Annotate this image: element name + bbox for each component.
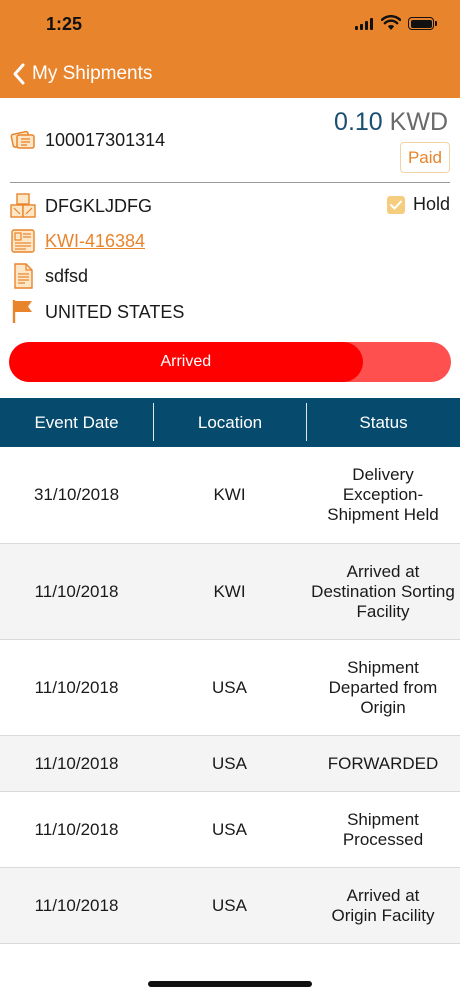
column-header-status: Status (359, 412, 408, 432)
table-row: 31/10/2018 KWI Delivery Exception- Shipm… (0, 447, 460, 544)
table-row: 11/10/2018 USA Shipment Processed (0, 792, 460, 868)
chevron-left-icon (13, 63, 25, 85)
table-row: 11/10/2018 USA FORWARDED (0, 736, 460, 792)
location-cell: USA (212, 819, 247, 839)
amount-value: 0.10 (334, 108, 383, 136)
hold-label: Hold (412, 194, 450, 214)
ticket-icon (10, 130, 35, 149)
status-cell: Shipment Processed (342, 809, 424, 849)
event-date-cell: 11/10/2018 (34, 753, 119, 773)
tracking-table-body: 31/10/2018 KWI Delivery Exception- Shipm… (0, 447, 460, 944)
table-row: 11/10/2018 USA Shipment Departed from Or… (0, 640, 460, 736)
column-header-location: Location (197, 412, 263, 432)
event-date-cell: 31/10/2018 (33, 485, 120, 504)
tracking-table-header: Event Date Location Status (0, 398, 460, 447)
invoice-icon (11, 229, 35, 253)
divider (10, 182, 450, 183)
table-row: 11/10/2018 USA Arrived at Origin Facilit… (0, 868, 460, 944)
wifi-icon (381, 15, 401, 30)
country-text: UNITED STATES (45, 302, 185, 322)
table-row: 11/10/2018 KWI Arrived at Destination So… (0, 544, 460, 640)
awb-number: 100017301314 (45, 130, 166, 150)
shipment-amount: 0.10 KWD (334, 108, 448, 137)
amount-currency: KWD (389, 108, 448, 136)
event-date-cell: 11/10/2018 (34, 895, 119, 915)
status-cell: Arrived at Destination Sorting Facility (311, 561, 455, 621)
invoice-link[interactable]: KWI-416384 (45, 231, 145, 252)
back-button[interactable]: My Shipments (12, 60, 152, 88)
column-header-event-date: Event Date (34, 412, 119, 432)
battery-icon (408, 17, 437, 30)
hold-checkbox[interactable]: Hold (386, 194, 450, 215)
checkbox-icon (386, 195, 405, 214)
status-cell: Shipment Departed from Origin (328, 657, 438, 717)
status-time: 1:25 (46, 14, 83, 34)
reference-text: DFGKLJDFG (45, 196, 153, 216)
status-cell: FORWARDED (327, 753, 439, 773)
location-cell: KWI (213, 581, 246, 601)
event-date-cell: 11/10/2018 (34, 677, 119, 697)
document-icon (14, 263, 33, 289)
location-cell: KWI (213, 485, 246, 504)
back-label: My Shipments (32, 63, 153, 84)
payment-status-badge: Paid (399, 142, 450, 173)
location-cell: USA (212, 677, 247, 697)
cellular-signal-icon (355, 18, 373, 30)
shipment-progress-bar: Arrived (9, 342, 451, 382)
event-date-cell: 11/10/2018 (34, 819, 119, 839)
location-cell: USA (212, 895, 247, 915)
boxes-icon (10, 193, 36, 218)
location-cell: USA (212, 753, 247, 773)
app-header: 1:25 My Shipments (0, 0, 460, 98)
home-indicator[interactable] (148, 981, 312, 987)
progress-label: Arrived (160, 353, 212, 370)
status-cell: Arrived at Origin Facility (331, 885, 435, 925)
description-text: sdfsd (45, 266, 89, 286)
status-bar: 1:25 (0, 0, 460, 50)
status-cell: Delivery Exception- Shipment Held (327, 465, 439, 524)
flag-icon (12, 300, 32, 323)
event-date-cell: 11/10/2018 (34, 581, 119, 601)
